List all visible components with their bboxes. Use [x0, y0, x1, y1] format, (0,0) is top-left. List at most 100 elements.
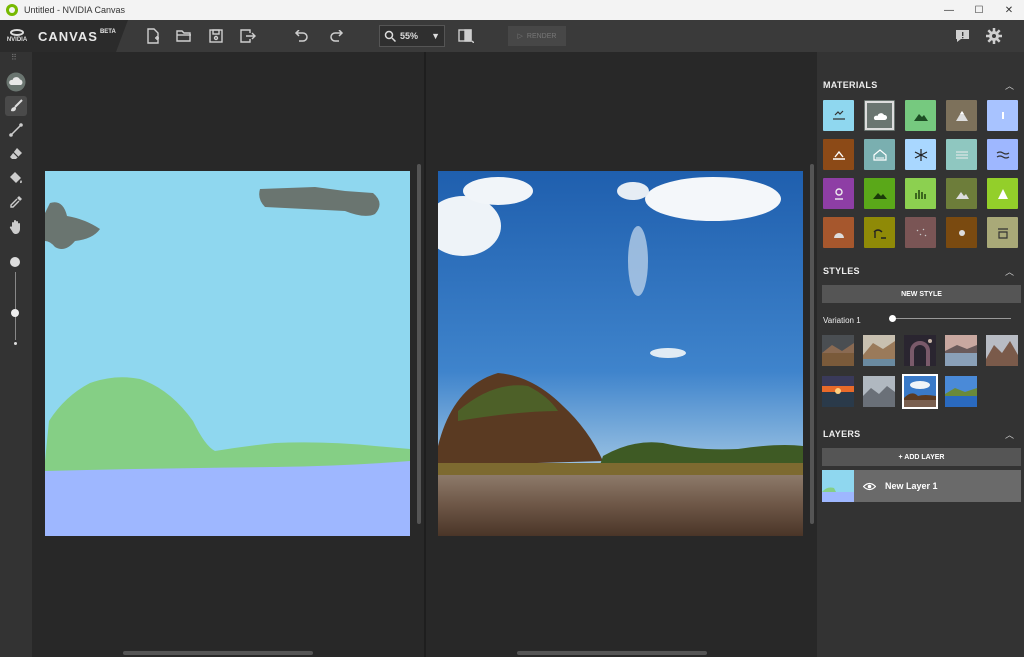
brush-size-small-icon	[14, 342, 17, 345]
mountain-material-swatch[interactable]	[946, 100, 977, 131]
visibility-eye-icon[interactable]	[863, 482, 876, 491]
layers-title: LAYERS	[823, 429, 861, 439]
style-thumb-6[interactable]	[822, 376, 854, 407]
materials-collapse-icon[interactable]: ︿	[1005, 79, 1014, 92]
sky-material-swatch[interactable]	[823, 100, 854, 131]
cloud-material-icon	[873, 112, 887, 120]
style-thumb-7[interactable]	[863, 376, 895, 407]
pan-hand-tool-icon[interactable]	[5, 216, 27, 236]
layer-row[interactable]: New Layer 1	[822, 470, 1021, 502]
brush-tool-icon[interactable]	[5, 96, 27, 116]
variation-slider-track	[889, 318, 1011, 319]
zoom-dropdown[interactable]: 55% ▼	[379, 25, 445, 47]
layer-thumbnail	[822, 470, 854, 502]
brush-size-slider[interactable]	[0, 252, 32, 352]
play-icon: ▷	[517, 33, 523, 40]
water-material-icon	[996, 150, 1009, 159]
eraser-tool-icon[interactable]	[5, 144, 27, 164]
flower-material-icon	[834, 187, 843, 200]
open-folder-icon[interactable]	[175, 27, 193, 45]
style-thumb-4[interactable]	[945, 335, 977, 366]
materials-title: MATERIALS	[823, 80, 878, 90]
properties-panel: MATERIALS ︿ STYLES ︿ NEW STYLE Variation…	[817, 52, 1024, 657]
building-material-swatch[interactable]	[864, 139, 895, 170]
new-style-button[interactable]: NEW STYLE	[822, 285, 1021, 303]
tool-palette: ⠿	[0, 52, 32, 657]
styles-title: STYLES	[823, 266, 860, 276]
variation-label: Variation 1	[823, 316, 861, 325]
render-label: RENDER	[526, 32, 557, 40]
variation-slider[interactable]	[889, 314, 1011, 324]
settings-icon[interactable]	[985, 27, 1003, 45]
sand-material-icon	[958, 229, 965, 236]
new-file-icon[interactable]	[144, 27, 162, 45]
maximize-button[interactable]: ☐	[964, 0, 994, 20]
rendered-output-image	[438, 171, 803, 536]
sea-material-swatch[interactable]	[987, 217, 1018, 248]
feedback-icon[interactable]	[953, 27, 971, 45]
minimize-button[interactable]: —	[934, 0, 964, 20]
grass-material-icon	[913, 113, 928, 121]
tree-material-icon	[997, 188, 1008, 199]
grass-material-swatch[interactable]	[905, 100, 936, 131]
left-canvas-horizontal-scrollbar[interactable]	[123, 651, 313, 655]
bush-material-swatch[interactable]	[864, 178, 895, 209]
sea-material-icon	[997, 227, 1008, 239]
redo-icon[interactable]	[328, 27, 346, 45]
gravel-material-swatch[interactable]	[905, 217, 936, 248]
hill-material-swatch[interactable]	[946, 178, 977, 209]
export-icon[interactable]	[239, 27, 257, 45]
canvas-app-icon	[6, 4, 18, 16]
snow-material-swatch[interactable]	[987, 100, 1018, 131]
sky-material-icon	[832, 110, 845, 120]
palm-material-swatch[interactable]	[864, 217, 895, 248]
add-layer-button[interactable]: + ADD LAYER	[822, 448, 1021, 466]
save-icon[interactable]	[207, 27, 225, 45]
layer-name: New Layer 1	[885, 481, 938, 491]
view-divider[interactable]	[424, 52, 426, 657]
flower-material-swatch[interactable]	[823, 178, 854, 209]
fog-material-swatch[interactable]	[946, 139, 977, 170]
style-thumb-1[interactable]	[822, 335, 854, 366]
close-button[interactable]: ✕	[994, 0, 1024, 20]
undo-icon[interactable]	[292, 27, 310, 45]
drag-handle-icon[interactable]: ⠿	[11, 54, 21, 64]
main-toolbar: NVIDIA CANVAS BETA 55% ▼ ▷ RENDER	[0, 20, 1024, 52]
style-thumb-9[interactable]	[945, 376, 977, 407]
material-swatch-tool[interactable]	[5, 72, 27, 92]
sand-material-swatch[interactable]	[946, 217, 977, 248]
styles-collapse-icon[interactable]: ︿	[1005, 265, 1014, 278]
cloud-material-swatch[interactable]	[864, 100, 895, 131]
snow-flake-material-swatch[interactable]	[905, 139, 936, 170]
style-thumb-2[interactable]	[863, 335, 895, 366]
style-thumb-3[interactable]	[904, 335, 936, 366]
dirt-material-swatch[interactable]	[823, 139, 854, 170]
segmentation-canvas[interactable]	[45, 171, 410, 536]
fill-bucket-tool-icon[interactable]	[5, 168, 27, 188]
right-canvas-horizontal-scrollbar[interactable]	[517, 651, 707, 655]
left-canvas-vertical-scrollbar[interactable]	[417, 164, 421, 524]
style-thumb-8-selected[interactable]	[902, 374, 938, 409]
search-icon	[384, 30, 396, 42]
brush-size-large-icon	[10, 257, 20, 267]
right-canvas-vertical-scrollbar[interactable]	[810, 164, 814, 524]
gravel-material-icon	[916, 228, 926, 236]
mountain-material-icon	[955, 110, 968, 121]
line-tool-icon[interactable]	[5, 120, 27, 140]
beta-badge: BETA	[99, 28, 116, 35]
compare-icon[interactable]	[457, 27, 475, 45]
layers-collapse-icon[interactable]: ︿	[1005, 428, 1014, 441]
chevron-down-icon: ▼	[431, 31, 440, 41]
tree-material-swatch[interactable]	[987, 178, 1018, 209]
zoom-value: 55%	[400, 31, 419, 41]
slider-track	[15, 272, 16, 340]
slider-handle[interactable]	[11, 309, 19, 317]
rock-material-swatch[interactable]	[823, 217, 854, 248]
bush-material-icon	[872, 192, 887, 199]
variation-slider-handle[interactable]	[889, 315, 896, 322]
eyedropper-tool-icon[interactable]	[5, 192, 27, 212]
style-thumb-5[interactable]	[986, 335, 1018, 366]
water-material-swatch[interactable]	[987, 139, 1018, 170]
render-button[interactable]: ▷ RENDER	[508, 26, 566, 46]
tall-grass-material-swatch[interactable]	[905, 178, 936, 209]
